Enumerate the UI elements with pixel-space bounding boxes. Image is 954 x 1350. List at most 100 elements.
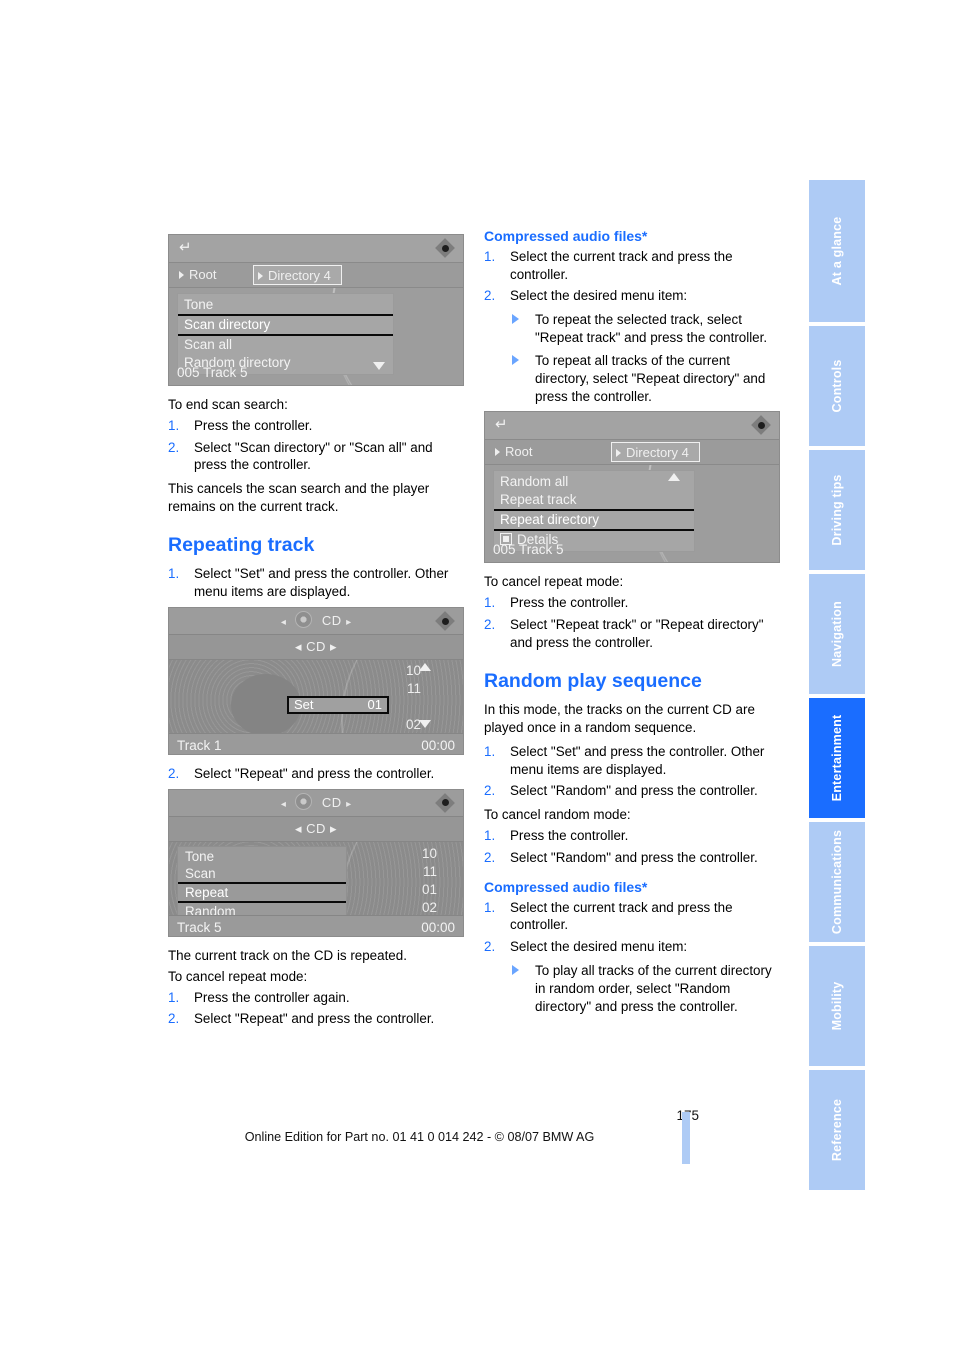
menu-row: Random all xyxy=(500,474,569,490)
page-title-random-play-sequence: Random play sequence xyxy=(484,669,702,692)
subheading-compressed-audio-files: Compressed audio files* xyxy=(484,878,648,895)
track-label: Track 1 xyxy=(177,738,222,754)
cancel-random-title: To cancel random mode: xyxy=(484,807,631,823)
list-item: To play all tracks of the current direct… xyxy=(510,962,784,1015)
cancel-repeat-steps: Press the controller again. Select "Repe… xyxy=(168,989,468,1029)
menu-row: Tone xyxy=(184,297,214,312)
page-edge-marker xyxy=(682,1112,690,1164)
end-scan-title: To end scan search: xyxy=(168,397,288,412)
set-menu-row-selected: Set 01 xyxy=(287,696,389,715)
sidebar-tab-at-a-glance[interactable]: At a glance xyxy=(809,180,865,322)
list-item: Press the controller again. xyxy=(168,989,350,1007)
back-arrow-icon: ↵ xyxy=(179,239,192,256)
list-item: Select "Set" and press the controller. O… xyxy=(484,743,765,777)
sidebar-tab-mobility[interactable]: Mobility xyxy=(809,946,865,1066)
screenshot-second-bar: ◂ CD ▸ xyxy=(169,635,463,661)
cancel-repeat-steps: Press the controller. Select "Repeat tra… xyxy=(484,594,784,651)
menu-row-selected: Repeat directory xyxy=(494,509,694,532)
screenshot-status-text: 005 Track 5 xyxy=(493,542,564,558)
subheading-compressed-audio-files: Compressed audio files* xyxy=(484,228,648,244)
breadcrumb-directory: Directory 4 xyxy=(611,442,700,463)
compressed-bullets-repeat: To repeat the selected track, select "Re… xyxy=(484,311,784,405)
sidebar-tab-driving-tips[interactable]: Driving tips xyxy=(809,450,865,570)
sidebar-tab-navigation[interactable]: Navigation xyxy=(809,574,865,694)
compressed-steps-random: Select the current track and press the c… xyxy=(484,899,784,956)
random-intro: In this mode, the tracks on the current … xyxy=(484,702,755,735)
menu-row: Scan xyxy=(185,865,216,881)
breadcrumb-root: Root xyxy=(175,265,216,285)
list-item: To repeat all tracks of the current dire… xyxy=(510,352,784,405)
page-content: ↵ Root Directory 4 Tone Scan directory S… xyxy=(0,0,809,1350)
list-item: Select the current track and press the c… xyxy=(484,248,733,282)
list-item: Select the desired menu item: xyxy=(484,938,688,956)
sidebar-tab-reference[interactable]: Reference xyxy=(809,1070,865,1190)
cd-disc-icon xyxy=(295,611,313,629)
compressed-steps-repeat: Select the current track and press the c… xyxy=(484,248,784,305)
screenshot-menu-list: Tone Scan Repeat Random xyxy=(177,845,347,915)
list-item: Select "Repeat track" or "Repeat directo… xyxy=(484,616,764,650)
prev-arrow-icon: ◂ xyxy=(280,798,286,810)
screenshot-second-bar: ◂ CD ▸ xyxy=(169,816,463,842)
triangle-bullet-icon xyxy=(512,965,519,976)
track-number: 01 xyxy=(421,881,437,897)
source-label: CD xyxy=(321,794,342,810)
sidebar-tab-label: Navigation xyxy=(830,601,844,667)
list-item: Press the controller. xyxy=(484,827,629,845)
screenshot-status-text: 005 Track 5 xyxy=(177,365,248,380)
joystick-diamond-icon xyxy=(751,415,771,436)
list-item-text: To repeat all tracks of the current dire… xyxy=(535,352,766,404)
source-label: CD xyxy=(306,639,326,655)
sidebar-tab-label: Mobility xyxy=(830,981,844,1031)
next-arrow-icon: ▸ xyxy=(346,798,352,810)
next-arrow-icon: ▸ xyxy=(346,617,352,629)
menu-row: Random xyxy=(185,903,236,915)
sidebar-tab-label: Entertainment xyxy=(830,714,844,802)
prev-arrow-icon: ◂ xyxy=(294,639,302,655)
idrive-screenshot-repeat-directory: ↵ Root Directory 4 Random all Repeat tra… xyxy=(484,411,780,564)
figure-id-microtext: SA1234567 xyxy=(779,474,780,500)
breadcrumb-root: Root xyxy=(491,442,532,462)
idrive-screenshot-scan-directory: ↵ Root Directory 4 Tone Scan directory S… xyxy=(168,234,464,386)
track-number: 02 xyxy=(421,899,437,915)
set-label: Set xyxy=(294,697,314,713)
figure-id-microtext: SA1234567 xyxy=(463,668,464,694)
triangle-bullet-icon xyxy=(512,354,519,365)
track-number: 02 xyxy=(405,717,421,733)
sidebar-tab-entertainment[interactable]: Entertainment xyxy=(809,698,865,818)
track-number: 10 xyxy=(405,663,421,679)
set-value: 01 xyxy=(367,697,382,713)
left-column: ↵ Root Directory 4 Tone Scan directory S… xyxy=(168,228,468,1034)
next-arrow-icon: ▸ xyxy=(330,820,338,836)
sidebar-tab-label: Driving tips xyxy=(830,474,844,546)
repeated-note: The current track on the CD is repeated. xyxy=(168,947,407,963)
repeating-track-steps: Select "Set" and press the controller. O… xyxy=(168,565,468,601)
joystick-diamond-icon xyxy=(435,611,455,631)
elapsed-time: 00:00 xyxy=(421,738,455,754)
sidebar-tab-controls[interactable]: Controls xyxy=(809,326,865,446)
menu-row: Tone xyxy=(185,848,215,864)
screenshot-body: Tone Scan Repeat Random 10 11 01 02 xyxy=(169,841,463,915)
menu-row-selected: Repeat xyxy=(178,881,346,903)
track-number-column: 10 11 01 02 xyxy=(403,845,437,915)
screenshot-body: 10 11 02 Set 01 xyxy=(169,660,463,734)
figure-id-microtext: SA1234567 xyxy=(463,850,464,876)
scroll-down-arrow-icon xyxy=(419,720,431,729)
list-item: Select "Repeat" and press the controller… xyxy=(168,765,435,783)
back-arrow-icon: ↵ xyxy=(495,416,508,434)
list-item: Select the current track and press the c… xyxy=(484,899,733,933)
list-item-text: To play all tracks of the current direct… xyxy=(535,963,772,1014)
track-number: 10 xyxy=(421,845,437,861)
track-label: Track 5 xyxy=(177,919,222,935)
screenshot-bottom-bar: Track 1 00:00 xyxy=(169,733,463,755)
sidebar-tab-communications[interactable]: Communications xyxy=(809,822,865,942)
right-column: Compressed audio files* Select the curre… xyxy=(484,228,784,1021)
idrive-screenshot-cd-set: ◂ CD ▸ ◂ CD ▸ 10 11 02 Set 01 Track 1 00… xyxy=(168,607,464,756)
breadcrumb: Root Directory 4 xyxy=(485,440,779,466)
list-item: Select the desired menu item: xyxy=(484,287,688,305)
menu-row-selected: Scan directory xyxy=(178,314,393,336)
source-label: CD xyxy=(321,613,342,629)
breadcrumb: Root Directory 4 xyxy=(169,263,463,288)
screenshot-menu-list: Random all Repeat track Repeat directory… xyxy=(493,470,695,553)
figure-id-microtext: SA1234567 xyxy=(463,297,464,323)
list-item: Select "Scan directory" or "Scan all" an… xyxy=(168,439,433,473)
